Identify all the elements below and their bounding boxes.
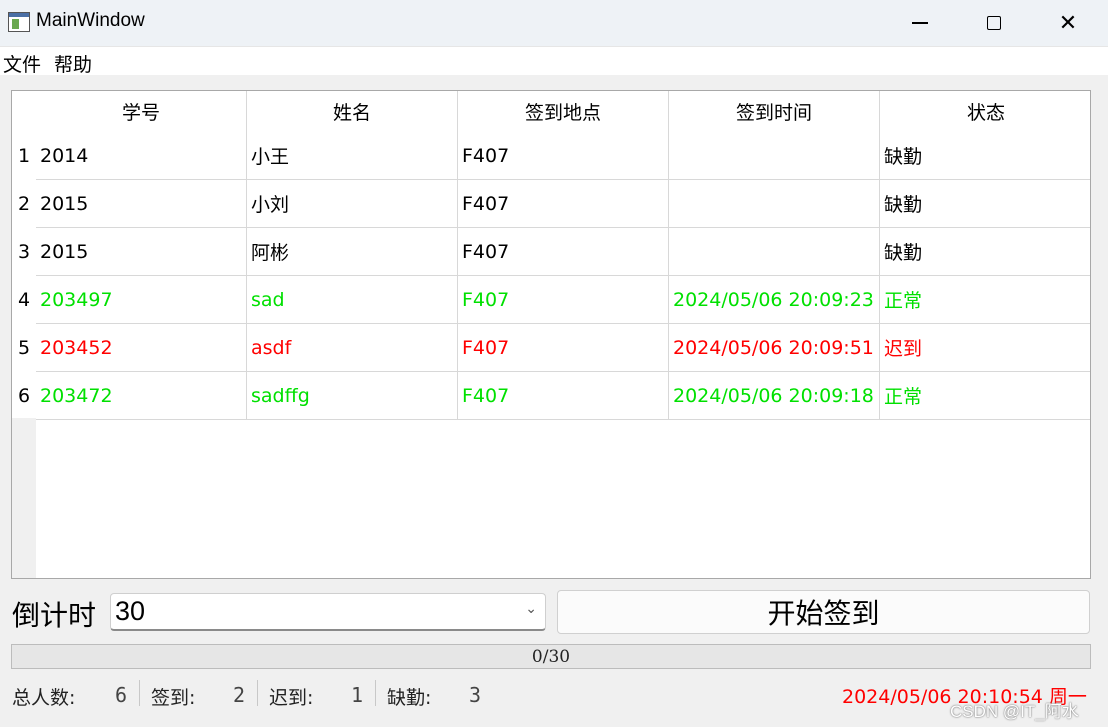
table-row[interactable]: 203452 asdf F407 2024/05/06 20:09:51 迟到: [36, 324, 1090, 372]
cell-location[interactable]: F407: [458, 228, 669, 275]
cell-status[interactable]: 缺勤: [880, 180, 1090, 227]
cell-time[interactable]: 2024/05/06 20:09:51: [669, 324, 880, 371]
cell-status[interactable]: 缺勤: [880, 132, 1090, 179]
table-row[interactable]: 2015 小刘 F407 缺勤: [36, 180, 1090, 228]
menu-bar: 文件 帮助: [0, 47, 1108, 77]
stat-divider: [257, 680, 258, 706]
window-title: MainWindow: [36, 10, 145, 31]
cell-student-id[interactable]: 2015: [36, 228, 247, 275]
watermark-text: CSDN @IT_阿水: [950, 702, 1079, 721]
cell-time[interactable]: 2024/05/06 20:09:23: [669, 276, 880, 323]
cell-status[interactable]: 正常: [880, 276, 1090, 323]
cell-name[interactable]: 小王: [247, 132, 458, 179]
countdown-select[interactable]: 30 ⌄: [110, 593, 546, 631]
cell-time[interactable]: 2024/05/06 20:09:18: [669, 372, 880, 419]
table-row[interactable]: 2014 小王 F407 缺勤: [36, 132, 1090, 180]
row-header[interactable]: 4: [12, 276, 36, 324]
signed-label: 签到:: [151, 687, 196, 709]
cell-location[interactable]: F407: [458, 180, 669, 227]
absent-value: 3: [469, 683, 483, 707]
close-icon: ✕: [1058, 10, 1078, 36]
row-header[interactable]: 6: [12, 372, 36, 420]
close-button[interactable]: ✕: [1031, 0, 1105, 46]
row-header[interactable]: 3: [12, 228, 36, 276]
minimize-icon: [912, 22, 928, 24]
progress-text: 0/30: [531, 646, 571, 667]
cell-student-id[interactable]: 2015: [36, 180, 247, 227]
cell-name[interactable]: 阿彬: [247, 228, 458, 275]
stat-divider: [139, 680, 140, 706]
cell-time[interactable]: [669, 180, 880, 227]
total-value: 6: [115, 683, 129, 707]
column-header-status[interactable]: 状态: [880, 91, 1090, 132]
column-header-time[interactable]: 签到时间: [669, 91, 880, 132]
table-corner[interactable]: [12, 91, 36, 132]
table-row[interactable]: 2015 阿彬 F407 缺勤: [36, 228, 1090, 276]
cell-name[interactable]: sad: [247, 276, 458, 323]
row-header[interactable]: 5: [12, 324, 36, 372]
column-header-location[interactable]: 签到地点: [458, 91, 669, 132]
cell-name[interactable]: 小刘: [247, 180, 458, 227]
signed-value: 2: [233, 683, 247, 707]
countdown-label: 倒计时: [12, 599, 97, 632]
cell-student-id[interactable]: 203472: [36, 372, 247, 419]
table-row[interactable]: 203472 sadffg F407 2024/05/06 20:09:18 正常: [36, 372, 1090, 420]
attendance-table[interactable]: 学号 姓名 签到地点 签到时间 状态 1 2014 小王 F407 缺勤 2 2015 小刘 F…: [11, 90, 1091, 579]
cell-location[interactable]: F407: [458, 276, 669, 323]
cell-status[interactable]: 正常: [880, 372, 1090, 419]
cell-status[interactable]: 缺勤: [880, 228, 1090, 275]
cell-name[interactable]: sadffg: [247, 372, 458, 419]
cell-student-id[interactable]: 203497: [36, 276, 247, 323]
column-header-name[interactable]: 姓名: [247, 91, 458, 132]
cell-location[interactable]: F407: [458, 324, 669, 371]
row-header[interactable]: 2: [12, 180, 36, 228]
countdown-value: 30: [115, 596, 146, 626]
start-signin-button[interactable]: 开始签到: [557, 590, 1090, 634]
maximize-button[interactable]: [957, 0, 1031, 46]
column-header-student-id[interactable]: 学号: [36, 91, 247, 132]
menu-help[interactable]: 帮助: [54, 50, 92, 77]
vertical-header-empty: [12, 418, 36, 578]
cell-time[interactable]: [669, 132, 880, 179]
cell-location[interactable]: F407: [458, 372, 669, 419]
late-label: 迟到:: [269, 687, 314, 709]
cell-time[interactable]: [669, 228, 880, 275]
cell-location[interactable]: F407: [458, 132, 669, 179]
title-bar: MainWindow ✕: [0, 0, 1108, 47]
maximize-icon: [987, 16, 1001, 30]
cell-status[interactable]: 迟到: [880, 324, 1090, 371]
table-row[interactable]: 203497 sad F407 2024/05/06 20:09:23 正常: [36, 276, 1090, 324]
app-window-icon: [8, 12, 30, 32]
total-label: 总人数:: [12, 687, 76, 709]
cell-student-id[interactable]: 2014: [36, 132, 247, 179]
row-header[interactable]: 1: [12, 132, 36, 180]
minimize-button[interactable]: [883, 0, 957, 46]
cell-name[interactable]: asdf: [247, 324, 458, 371]
menu-file[interactable]: 文件: [3, 50, 41, 77]
late-value: 1: [351, 683, 365, 707]
cell-student-id[interactable]: 203452: [36, 324, 247, 371]
absent-label: 缺勤:: [387, 687, 432, 709]
chevron-down-icon[interactable]: ⌄: [525, 601, 537, 617]
countdown-progress-bar: 0/30: [11, 644, 1091, 669]
stat-divider: [375, 680, 376, 706]
